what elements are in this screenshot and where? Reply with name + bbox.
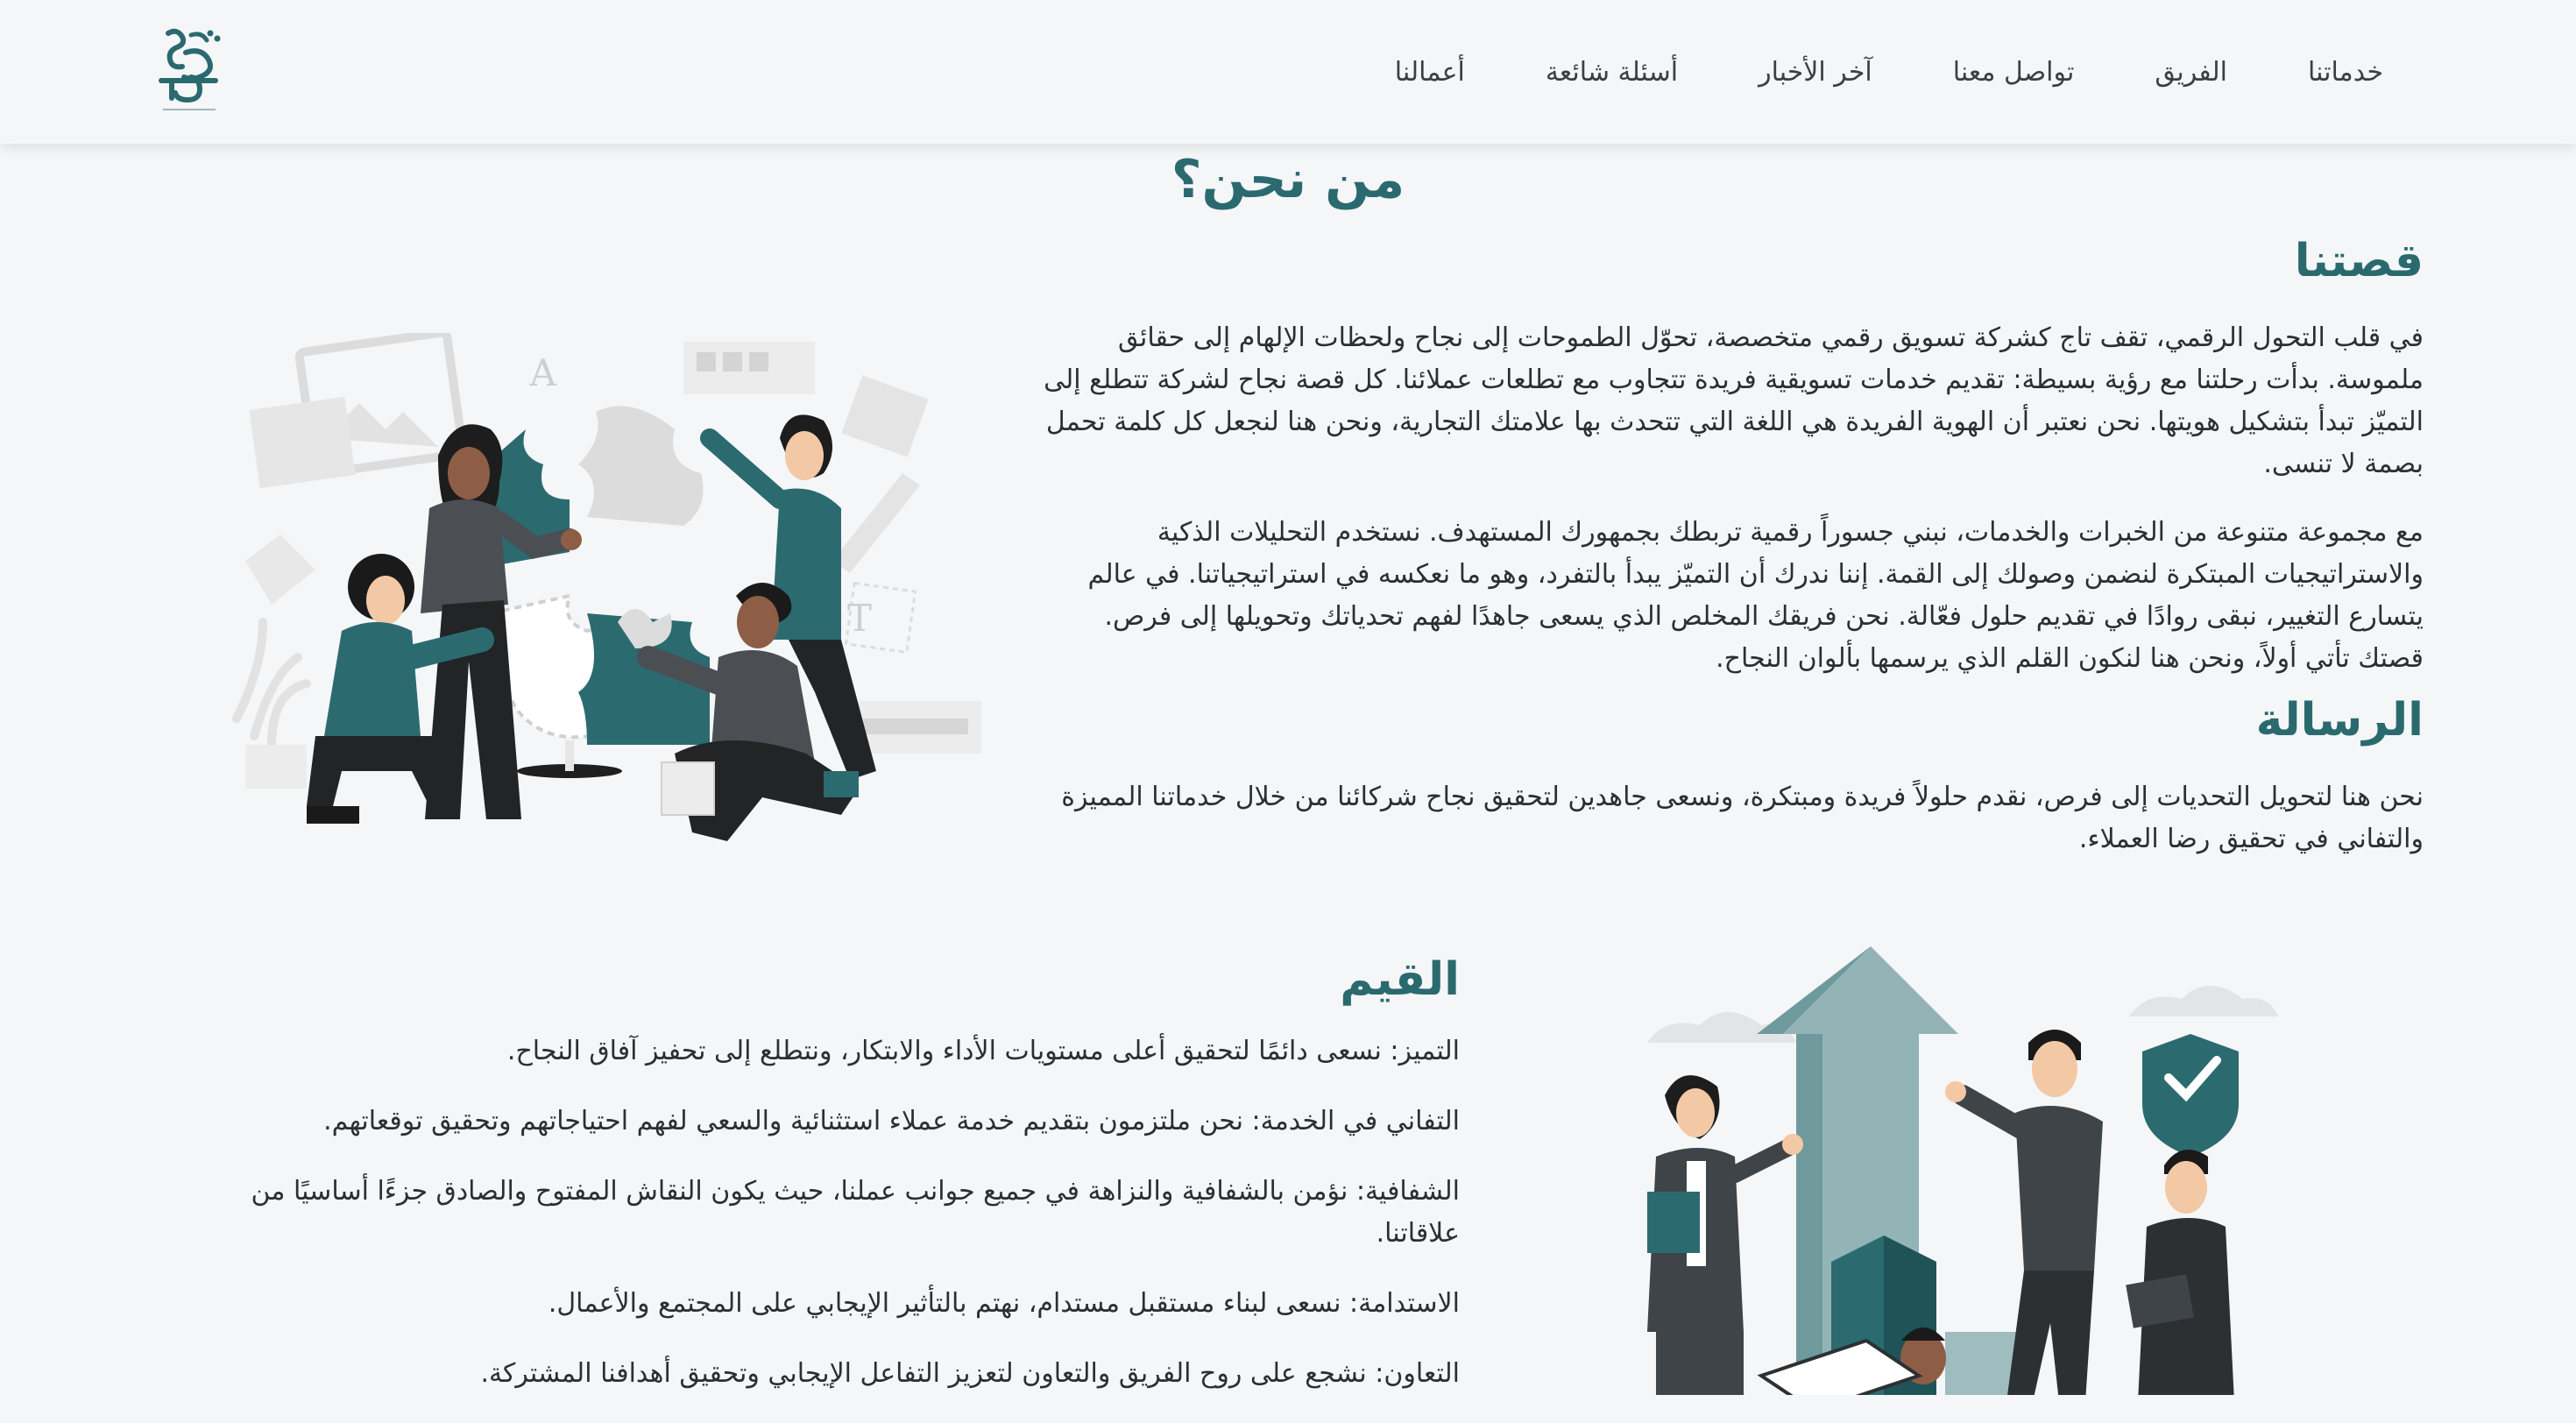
page-title: من نحن؟	[1171, 149, 1405, 210]
value-item: التعاون: نشجع على روح الفريق والتعاون لت…	[480, 1358, 1460, 1389]
story-paragraph-1: في قلب التحول الرقمي، تقف تاج كشركة تسوي…	[1044, 322, 2424, 479]
values-section: القيم التميز: نسعى دائمًا لتحقيق أعلى مس…	[180, 953, 1460, 1423]
svg-text:T: T	[847, 597, 872, 640]
nav-item-team[interactable]: الفريق	[2155, 57, 2227, 88]
taj-logo[interactable]	[156, 26, 223, 114]
story-heading: قصتنا	[2294, 235, 2424, 287]
value-item: التميز: نسعى دائمًا لتحقيق أعلى مستويات …	[506, 1036, 1460, 1066]
nav-item-works[interactable]: أعمالنا	[1395, 57, 1465, 88]
growth-illustration-svg	[1647, 946, 2278, 1413]
team-puzzle-illustration: T A	[219, 328, 999, 876]
story-paragraph-2: مع مجموعة متنوعة من الخبرات والخدمات، نب…	[1087, 517, 2424, 674]
about-section: قصتنا في قلب التحول الرقمي، تقف تاج كشرك…	[1039, 235, 2424, 887]
nav-item-contact[interactable]: تواصل معنا	[1953, 57, 2075, 88]
values-heading: القيم	[1340, 953, 1460, 1006]
main-nav: خدماتنا الفريق تواصل معنا آخر الأخبار أس…	[1395, 0, 2576, 144]
logo-mark	[159, 28, 221, 110]
value-item: الاستدامة: نسعى لبناء مستقبل مستدام، نهت…	[548, 1288, 1460, 1319]
mission-heading: الرسالة	[2255, 694, 2424, 747]
svg-text:A: A	[529, 351, 557, 394]
value-item: الشفافية: نؤمن بالشفافية والنزاهة في جمي…	[251, 1176, 1460, 1249]
value-item: التفاني في الخدمة: نحن ملتزمون بتقديم خد…	[323, 1106, 1460, 1136]
site-header: خدماتنا الفريق تواصل معنا آخر الأخبار أس…	[0, 0, 2576, 144]
nav-item-faq[interactable]: أسئلة شائعة	[1546, 57, 1678, 88]
nav-item-services[interactable]: خدماتنا	[2308, 57, 2383, 88]
growth-arrow-illustration	[1630, 946, 2331, 1413]
mission-paragraph: نحن هنا لتحويل التحديات إلى فرص، نقدم حل…	[1061, 782, 2424, 854]
nav-item-news[interactable]: آخر الأخبار	[1759, 57, 1872, 88]
team-illustration-svg: T A	[232, 328, 981, 841]
